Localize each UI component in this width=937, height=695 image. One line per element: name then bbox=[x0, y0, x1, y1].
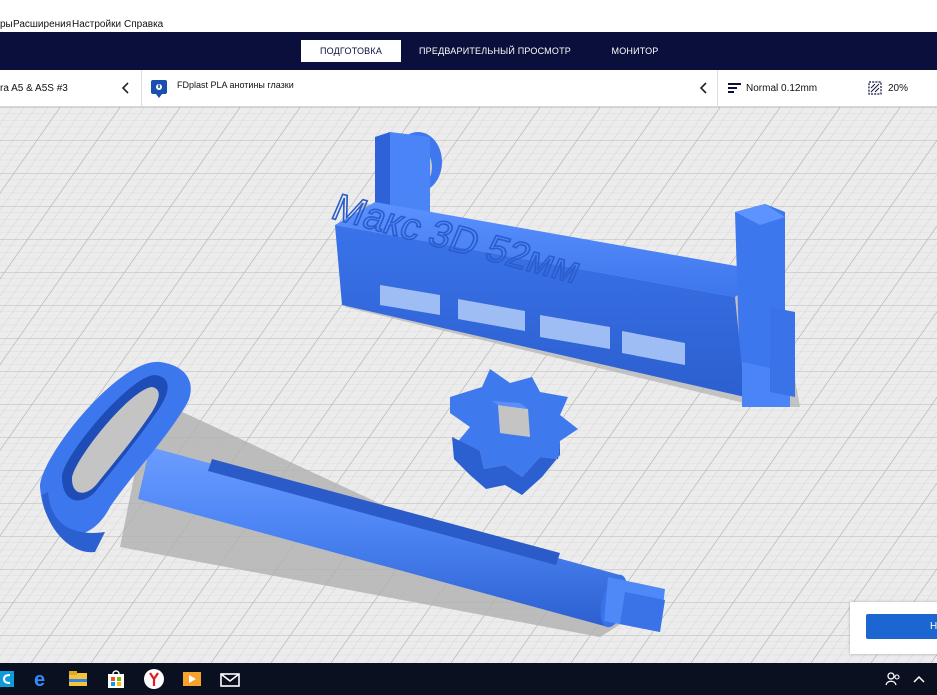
cortana-icon[interactable] bbox=[0, 667, 14, 691]
people-icon[interactable] bbox=[884, 667, 902, 691]
menu-bar: ры Расширения Настройки Справка bbox=[0, 0, 937, 32]
settings-toolbar: ra A5 & A5S #3 FDplast PLA анотины глазк… bbox=[0, 70, 937, 107]
file-explorer-icon[interactable] bbox=[66, 667, 90, 691]
svg-text:e: e bbox=[34, 669, 45, 691]
store-icon[interactable] bbox=[104, 667, 128, 691]
windows-taskbar: e bbox=[0, 663, 937, 695]
stage-bar: ПОДГОТОВКА ПРЕДВАРИТЕЛЬНЫЙ ПРОСМОТР МОНИ… bbox=[0, 32, 937, 70]
tab-preview[interactable]: ПРЕДВАРИТЕЛЬНЫЙ ПРОСМОТР bbox=[415, 40, 575, 62]
infill-icon bbox=[868, 81, 882, 95]
menu-item-help[interactable]: Справка bbox=[124, 19, 163, 31]
divider bbox=[141, 70, 142, 106]
edge-icon[interactable]: e bbox=[29, 667, 53, 691]
media-player-icon[interactable] bbox=[180, 667, 204, 691]
printer-selector[interactable]: ra A5 & A5S #3 bbox=[0, 83, 68, 95]
yandex-browser-icon[interactable] bbox=[142, 667, 166, 691]
slice-button[interactable]: Н bbox=[866, 614, 937, 639]
profile-layers-icon bbox=[728, 83, 741, 93]
chevron-up-icon[interactable] bbox=[912, 667, 926, 691]
build-plate-scene: Макс 3D 52мм bbox=[0, 107, 937, 663]
menu-item-settings[interactable]: Настройки bbox=[72, 19, 121, 31]
divider bbox=[717, 70, 718, 106]
chevron-left-icon[interactable] bbox=[119, 80, 133, 96]
material-selector[interactable]: FDplast PLA анотины глазки bbox=[177, 79, 294, 91]
chevron-left-icon[interactable] bbox=[697, 80, 711, 96]
menu-item-extensions[interactable]: Расширения bbox=[13, 19, 71, 31]
print-profile[interactable]: Normal 0.12mm bbox=[746, 83, 817, 95]
build-plate-viewport[interactable]: Макс 3D 52мм bbox=[0, 107, 937, 663]
tab-prepare[interactable]: ПОДГОТОВКА bbox=[301, 40, 401, 62]
material-badge-icon bbox=[151, 80, 167, 98]
menu-item-tools[interactable]: ры bbox=[0, 19, 13, 31]
infill-value[interactable]: 20% bbox=[888, 83, 908, 95]
mail-icon[interactable] bbox=[218, 667, 242, 691]
tab-monitor[interactable]: МОНИТОР bbox=[598, 40, 672, 62]
